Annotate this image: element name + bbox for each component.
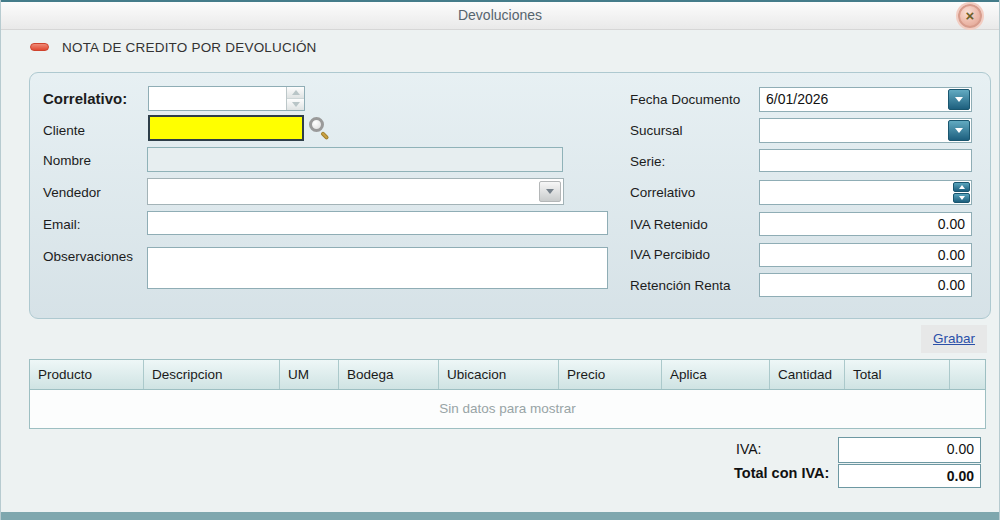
empty-table-message: Sin datos para mostrar <box>30 390 985 427</box>
search-icon[interactable] <box>308 116 332 140</box>
column-header-ubicacion[interactable]: Ubicacion <box>439 360 559 389</box>
total-con-iva-input[interactable]: 0.00 <box>838 464 981 488</box>
grabar-button[interactable]: Grabar <box>933 331 975 346</box>
iva-retenido-input[interactable]: 0.00 <box>759 212 972 236</box>
serie-input[interactable] <box>759 149 972 172</box>
fecha-dropdown-icon[interactable] <box>948 89 970 110</box>
sucursal-select[interactable] <box>759 118 972 143</box>
column-header-empty <box>950 360 985 389</box>
iva-retenido-label: IVA Retenido <box>630 217 708 232</box>
observaciones-label: Observaciones <box>43 249 133 264</box>
vendedor-select[interactable] <box>147 178 564 205</box>
window-bottom-bar <box>1 512 1000 520</box>
iva-percibido-input[interactable]: 0.00 <box>759 243 972 267</box>
retencion-renta-label: Retención Renta <box>630 278 731 293</box>
cliente-input[interactable] <box>148 115 304 141</box>
fecha-documento-select[interactable]: 6/01/2026 <box>759 87 972 112</box>
vendedor-dropdown-icon[interactable] <box>539 181 561 202</box>
section-title: NOTA DE CREDITO POR DEVOLUCIÓN <box>62 40 317 55</box>
email-input[interactable] <box>147 211 608 235</box>
iva-input[interactable]: 0.00 <box>838 437 981 463</box>
devoluciones-window: Devoluciones × NOTA DE CREDITO POR DEVOL… <box>0 0 1000 520</box>
nombre-input <box>147 147 563 172</box>
iva-label: IVA: <box>736 441 761 457</box>
title-bar: Devoluciones <box>1 2 999 30</box>
sucursal-label: Sucursal <box>630 123 683 138</box>
column-header-total[interactable]: Total <box>845 360 950 389</box>
close-icon[interactable]: × <box>958 4 982 28</box>
column-header-precio[interactable]: Precio <box>559 360 662 389</box>
column-header-producto[interactable]: Producto <box>30 360 144 389</box>
correlativo-input[interactable] <box>149 87 286 110</box>
vendedor-label: Vendedor <box>43 185 101 200</box>
nombre-label: Nombre <box>43 153 91 168</box>
items-table: Producto Descripcion UM Bodega Ubicacion… <box>29 359 986 429</box>
correlativo-doc-label: Correlativo <box>630 185 695 200</box>
observaciones-textarea[interactable] <box>147 247 608 289</box>
email-label: Email: <box>43 217 81 232</box>
column-header-um[interactable]: UM <box>280 360 339 389</box>
spin-up-icon[interactable] <box>953 182 970 192</box>
column-header-descripcion[interactable]: Descripcion <box>144 360 280 389</box>
correlativo-doc-spinner[interactable] <box>759 180 972 205</box>
column-header-aplica[interactable]: Aplica <box>662 360 770 389</box>
correlativo-label: Correlativo: <box>43 90 127 107</box>
column-header-cantidad[interactable]: Cantidad <box>770 360 845 389</box>
correlativo-doc-spin-buttons[interactable] <box>953 182 970 203</box>
retencion-renta-input[interactable]: 0.00 <box>759 273 972 297</box>
table-empty-row: Sin datos para mostrar <box>29 390 986 429</box>
grabar-button-container: Grabar <box>921 325 987 353</box>
serie-label: Serie: <box>630 154 665 169</box>
spin-down-icon[interactable] <box>953 193 970 203</box>
correlativo-spinner[interactable] <box>148 86 305 111</box>
cliente-label: Cliente <box>43 123 85 138</box>
fecha-documento-value: 6/01/2026 <box>760 88 947 111</box>
iva-percibido-label: IVA Percibido <box>630 247 710 262</box>
spin-down-icon[interactable] <box>287 98 304 110</box>
section-marker-icon <box>30 43 49 51</box>
table-header-row: Producto Descripcion UM Bodega Ubicacion… <box>29 359 986 390</box>
total-con-iva-label: Total con IVA: <box>734 465 829 481</box>
window-title: Devoluciones <box>1 2 999 29</box>
sucursal-dropdown-icon[interactable] <box>948 120 970 141</box>
correlativo-spin-buttons[interactable] <box>286 87 304 110</box>
column-header-bodega[interactable]: Bodega <box>339 360 439 389</box>
spin-up-icon[interactable] <box>287 87 304 98</box>
fecha-documento-label: Fecha Documento <box>630 92 740 107</box>
